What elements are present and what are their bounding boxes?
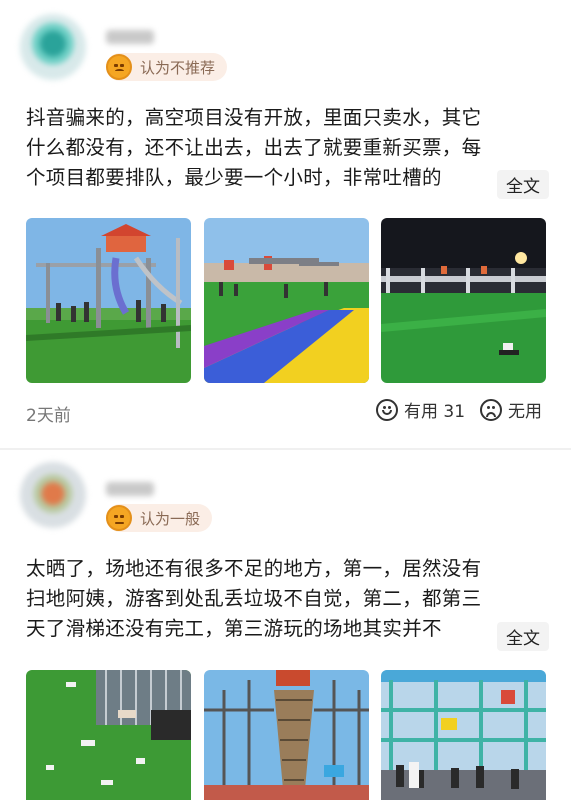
expand-full-text-button[interactable]: 全文 [497,622,549,651]
useless-label: 无用 [508,402,542,422]
username-blurred[interactable] [106,30,154,44]
useless-button[interactable]: 无用 [480,397,542,422]
review-text-line: 个项目都要排队，最少要一个小时，非常吐槽的 [26,163,488,193]
review-photo[interactable] [26,670,191,800]
rating-badge: 认为不推荐 [106,53,228,81]
review-text-line: 天了滑梯还没有完工，第三游玩的场地其实并不 [26,614,488,644]
review-photo[interactable] [381,670,546,800]
review-text-line: 抖音骗来的，高空项目没有开放，里面只卖水，其它 [26,106,482,129]
review-text-line: 什么都没有，还不让出去，出去了就要重新买票，每 [26,136,482,159]
rating-label: 认为不推荐 [140,58,216,77]
review-text: 抖音骗来的，高空项目没有开放，里面只卖水，其它 什么都没有，还不让出去，出去了就… [26,103,550,193]
review-text-line: 扫地阿姨，游客到处乱丢垃圾不自觉，第二，都第三 [26,587,482,610]
username-blurred[interactable] [106,482,154,496]
useful-label: 有用 31 [404,402,466,422]
neutral-face-icon [106,505,132,531]
expand-full-text-button[interactable]: 全文 [497,170,549,199]
review-photo[interactable] [204,670,369,800]
review-photo[interactable] [204,218,369,383]
review-time: 2天前 [26,406,71,426]
review-text: 太晒了，场地还有很多不足的地方，第一，居然没有 扫地阿姨，游客到处乱丢垃圾不自觉… [26,554,550,644]
rating-label: 认为一般 [140,509,201,528]
review-photo[interactable] [26,218,191,383]
frown-icon [480,398,502,421]
useful-button[interactable]: 有用 31 [376,397,465,422]
review-text-line: 太晒了，场地还有很多不足的地方，第一，居然没有 [26,557,482,580]
review-card: 认为不推荐 抖音骗来的，高空项目没有开放，里面只卖水，其它 什么都没有，还不让出… [0,0,571,448]
avatar[interactable] [20,462,86,528]
rating-badge: 认为一般 [106,504,213,532]
review-card: 认为一般 太晒了，场地还有很多不足的地方，第一，居然没有 扫地阿姨，游客到处乱丢… [0,450,571,800]
smile-icon [376,398,398,421]
avatar[interactable] [20,14,86,80]
review-photo[interactable] [381,218,546,383]
unhappy-face-icon [106,54,132,80]
